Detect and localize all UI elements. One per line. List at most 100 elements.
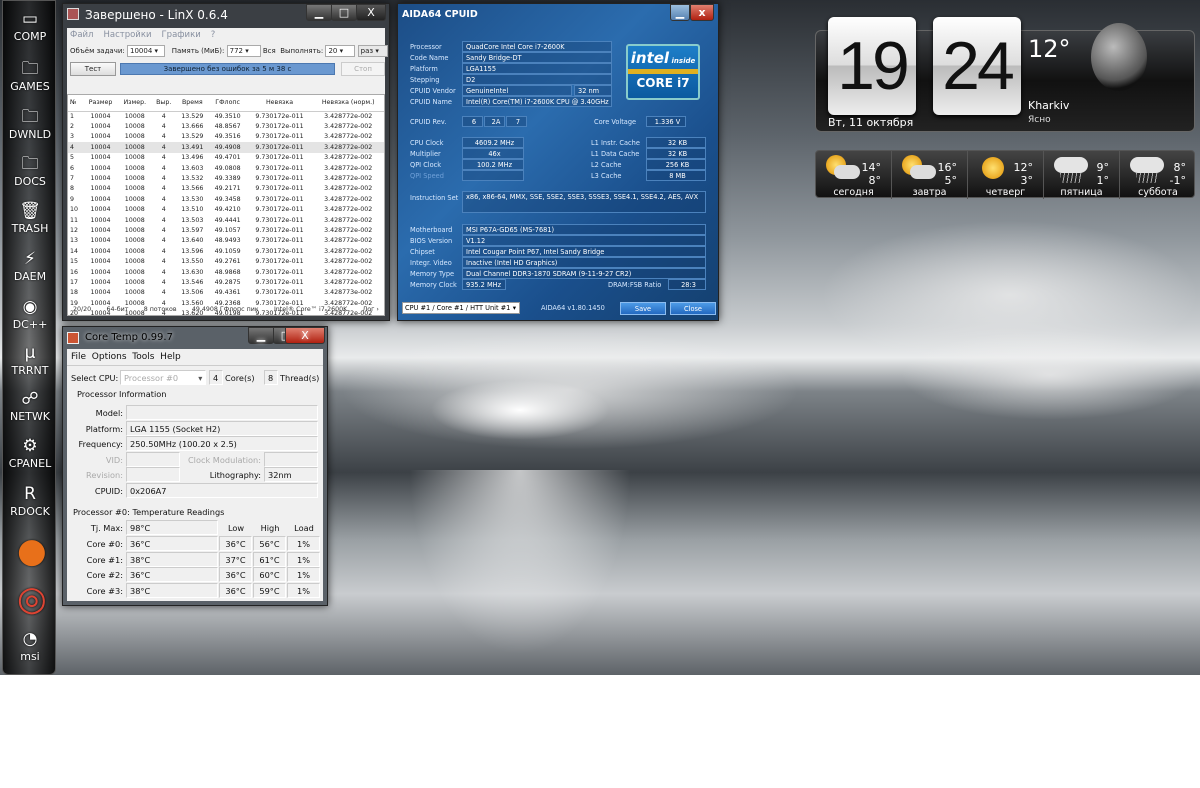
close-button[interactable]: X bbox=[356, 4, 386, 21]
table-row[interactable]: 15 10004 10008 4 13.550 49.2761 9.730172e-011 3… bbox=[68, 256, 384, 266]
dock-item-games[interactable]: 🗀 GAMES bbox=[3, 59, 57, 93]
runs-select[interactable]: 20 ▾ bbox=[325, 45, 356, 57]
all-memory-label[interactable]: Вся bbox=[263, 47, 276, 55]
dock-item-trrnt[interactable]: µ TRRNT bbox=[3, 343, 57, 377]
dock-item-chrome[interactable]: ◎ bbox=[3, 579, 57, 620]
table-row[interactable]: 2 10004 10008 4 13.666 48.8567 9.730172e-011 3.… bbox=[68, 121, 384, 131]
table-row[interactable]: 12 10004 10008 4 13.597 49.1057 9.730172e-011 3… bbox=[68, 225, 384, 235]
table-cell: 49.2875 bbox=[214, 278, 241, 286]
table-row[interactable]: 3 10004 10008 4 13.529 49.3516 9.730172e-011 3.… bbox=[68, 132, 384, 142]
column-header[interactable]: Размер bbox=[83, 95, 118, 112]
close-button[interactable]: Close bbox=[670, 302, 716, 315]
dock-item-dcpp[interactable]: ◉ DC++ bbox=[3, 297, 57, 331]
table-row[interactable]: 4 10004 10008 4 13.491 49.4908 9.730172e-011 3.… bbox=[68, 142, 384, 153]
dock-item-firefox[interactable]: ● bbox=[3, 531, 57, 572]
field-value: 32 KB bbox=[646, 137, 706, 148]
table-cell: 9.730172e-011 bbox=[255, 278, 304, 286]
menu-help[interactable]: ? bbox=[211, 30, 216, 40]
table-row[interactable]: 18 10004 10008 4 13.506 49.4361 9.730172e-011 3… bbox=[68, 288, 384, 298]
dock-item-trash[interactable]: 🗑 TRASH bbox=[3, 201, 57, 235]
forecast-day[interactable]: 12° 3° четверг bbox=[968, 151, 1044, 199]
menu-settings[interactable]: Настройки bbox=[103, 30, 151, 40]
minimize-button[interactable]: ▁ bbox=[306, 4, 332, 21]
test-button[interactable]: Тест bbox=[70, 62, 116, 76]
stop-button[interactable]: Стоп bbox=[341, 62, 385, 76]
forecast-day[interactable]: 14° 8° сегодня bbox=[816, 151, 892, 199]
close-button[interactable]: X bbox=[285, 327, 325, 344]
clock-date: Вт, 11 октября bbox=[828, 116, 914, 129]
table-row[interactable]: 13 10004 10008 4 13.640 48.9493 9.730172e-011 3… bbox=[68, 236, 384, 246]
field-label: BIOS Version bbox=[410, 237, 453, 245]
title-bar: Core Temp 0.99.7 ▁□X bbox=[63, 327, 327, 349]
table-cell: 10008 bbox=[124, 258, 145, 266]
table-row[interactable]: 1 10004 10008 4 13.529 49.3510 9.730172e-011 3.… bbox=[68, 111, 384, 121]
status-bar: 20/20 64-бит 8 потоков 49.4908 ГФлопс пик In… bbox=[67, 304, 385, 316]
dock-item-comp[interactable]: ▭ COMP bbox=[3, 9, 57, 43]
table-row[interactable]: 9 10004 10008 4 13.530 49.3458 9.730172e-011 3.… bbox=[68, 194, 384, 204]
forecast-day[interactable]: 9° 1° пятница bbox=[1044, 151, 1120, 199]
save-button[interactable]: Save bbox=[620, 302, 666, 315]
table-row[interactable]: 14 10004 10008 4 13.596 49.1059 9.730172e-011 3… bbox=[68, 246, 384, 256]
column-header[interactable]: Выр. bbox=[151, 95, 176, 112]
forecast-day-name: четверг bbox=[985, 187, 1026, 198]
column-header[interactable]: Невязка (норм.) bbox=[312, 95, 384, 112]
dock-item-daem[interactable]: ⚡ DAEM bbox=[3, 249, 57, 283]
table-cell: 49.4361 bbox=[214, 289, 241, 297]
menu-file[interactable]: File bbox=[71, 352, 86, 362]
table-cell: 10008 bbox=[124, 185, 145, 193]
field-label: Memory Type bbox=[410, 270, 455, 278]
table-cell: 10008 bbox=[124, 247, 145, 255]
table-row[interactable]: 11 10004 10008 4 13.503 49.4441 9.730172e-011 3… bbox=[68, 215, 384, 225]
menu-graphs[interactable]: Графики bbox=[162, 30, 201, 40]
table-row[interactable]: 16 10004 10008 4 13.630 48.9868 9.730172e-011 3… bbox=[68, 267, 384, 277]
table-cell: 10004 bbox=[90, 289, 111, 297]
table-cell: 7 bbox=[70, 175, 75, 183]
field-value bbox=[462, 170, 524, 181]
table-row[interactable]: 6 10004 10008 4 13.603 49.0808 9.730172e-011 3.… bbox=[68, 163, 384, 173]
window-title: Завершено - LinX 0.6.4 bbox=[85, 8, 228, 22]
table-cell: 6 bbox=[70, 164, 75, 172]
processor-info-header: Processor Information bbox=[77, 389, 167, 399]
title-bar: Завершено - LinX 0.6.4 ▁ □ X bbox=[63, 4, 389, 26]
task-size-select[interactable]: 10004 ▾ bbox=[127, 45, 166, 57]
table-row[interactable]: 10 10004 10008 4 13.510 49.4210 9.730172e-011 3… bbox=[68, 205, 384, 215]
table-cell: 49.4441 bbox=[214, 216, 241, 224]
progress-bar: Завершено без ошибок за 5 м 38 с bbox=[120, 63, 335, 75]
runs-unit-select[interactable]: раз ▾ bbox=[357, 45, 388, 57]
cpu-core-select[interactable]: CPU #1 / Core #1 / HTT Unit #1 ▾ bbox=[402, 302, 520, 314]
log-button[interactable]: Лог › bbox=[363, 304, 379, 316]
memory-select[interactable]: 772 ▾ bbox=[226, 45, 261, 57]
dock-item-dwnld[interactable]: 🗀 DWNLD bbox=[3, 107, 57, 141]
menu-tools[interactable]: Tools bbox=[132, 352, 154, 362]
select-cpu-dropdown[interactable]: Processor #0 ▾ bbox=[120, 370, 206, 385]
menu-file[interactable]: Файл bbox=[70, 30, 93, 40]
dock-item-netwk[interactable]: ☍ NETWK bbox=[3, 389, 57, 423]
select-cpu-label: Select CPU: bbox=[71, 373, 119, 383]
dock-item-rdock[interactable]: R RDOCK bbox=[3, 484, 57, 518]
table-row[interactable]: 5 10004 10008 4 13.496 49.4701 9.730172e-011 3.… bbox=[68, 153, 384, 163]
column-header[interactable]: Время bbox=[175, 95, 209, 112]
table-cell: 9.730172e-011 bbox=[246, 142, 313, 153]
minimize-button[interactable]: ▁ bbox=[670, 4, 690, 21]
maximize-button[interactable]: □ bbox=[331, 4, 357, 21]
close-button[interactable]: x bbox=[690, 4, 714, 21]
column-header[interactable]: Измер. bbox=[117, 95, 152, 112]
column-header[interactable]: ГФлопс bbox=[208, 95, 247, 112]
table-cell: 49.4908 bbox=[208, 142, 247, 153]
column-header[interactable]: Невязка bbox=[246, 95, 313, 112]
dock-item-cpanel[interactable]: ⚙ CPANEL bbox=[3, 436, 57, 470]
table-row[interactable]: 17 10004 10008 4 13.546 49.2875 9.730172e-011 3… bbox=[68, 277, 384, 287]
dock-item-docs[interactable]: 🗀 DOCS bbox=[3, 154, 57, 188]
minimize-button[interactable]: ▁ bbox=[248, 327, 274, 344]
forecast-day[interactable]: 16° 5° завтра bbox=[892, 151, 968, 199]
column-header[interactable]: № bbox=[68, 95, 84, 112]
folder-icon: 🗀 bbox=[21, 59, 39, 79]
table-cell: 49.2761 bbox=[214, 258, 241, 266]
menu-help[interactable]: Help bbox=[160, 352, 181, 362]
menu-options[interactable]: Options bbox=[92, 352, 127, 362]
dock-item-msi[interactable]: ◔ msi bbox=[3, 629, 57, 663]
table-row[interactable]: 7 10004 10008 4 13.532 49.3389 9.730172e-011 3.… bbox=[68, 173, 384, 183]
table-row[interactable]: 8 10004 10008 4 13.566 49.2171 9.730172e-011 3.… bbox=[68, 184, 384, 194]
forecast-day[interactable]: 8° -1° суббота bbox=[1120, 151, 1196, 199]
table-cell: 10004 bbox=[90, 123, 111, 131]
